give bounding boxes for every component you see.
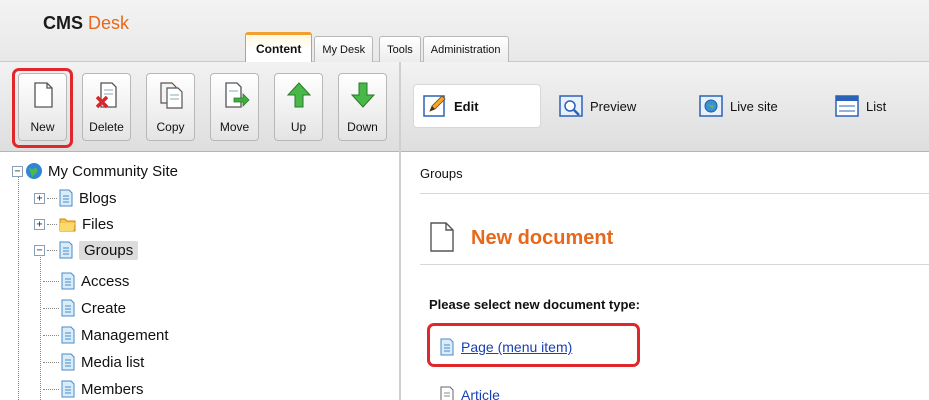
tree-node-label: Create [81, 299, 127, 317]
content-pane: Groups New document Please select new do… [401, 153, 929, 400]
tree-connector [43, 280, 59, 282]
tab-my-desk[interactable]: My Desk [314, 36, 374, 62]
delete-document-icon [95, 82, 117, 109]
brand-suffix: Desk [88, 13, 130, 33]
tab-tools[interactable]: Tools [379, 36, 421, 62]
header: CMS Desk Content My Desk Tools Administr… [0, 0, 929, 62]
live-site-label: Live site [730, 98, 778, 114]
delete-button-label: Delete [89, 120, 124, 134]
up-button[interactable]: Up [274, 73, 323, 141]
up-button-label: Up [290, 120, 307, 134]
down-button-label: Down [347, 120, 378, 134]
page-icon [61, 299, 75, 317]
article-icon [440, 386, 454, 400]
page-icon [61, 326, 75, 344]
globe-icon [26, 163, 42, 179]
page-icon [61, 380, 75, 398]
tree-node-label: Access [81, 272, 130, 290]
move-document-icon [224, 82, 250, 108]
tree-connector [43, 361, 59, 363]
down-button[interactable]: Down [338, 73, 387, 141]
copy-button-label: Copy [156, 120, 185, 134]
edit-label: Edit [454, 98, 479, 114]
toolbar: New Delete Copy Move Up Down Edit Previe… [0, 62, 929, 152]
preview-icon [559, 95, 583, 117]
edit-view-button[interactable]: Edit [413, 84, 541, 128]
folder-icon [59, 218, 76, 232]
new-document-icon [430, 222, 454, 252]
tree-node-label: Files [82, 215, 114, 233]
tree-line [18, 173, 19, 400]
collapse-icon[interactable]: − [34, 244, 45, 256]
main-tabs: Content My Desk Tools Administration [245, 32, 511, 62]
tree-node-management[interactable]: Management [43, 323, 169, 347]
copy-button[interactable]: Copy [146, 73, 195, 141]
delete-button[interactable]: Delete [82, 73, 131, 141]
arrow-up-icon [286, 82, 311, 108]
document-actions: New Delete Copy Move Up Down [0, 62, 400, 152]
tree-node-members[interactable]: Members [43, 377, 144, 400]
list-view-button[interactable]: List [834, 84, 886, 128]
content-tree: − My Community Site + Blogs + Files − Gr… [0, 153, 399, 400]
tree-node-label: Groups [79, 240, 139, 260]
collapse-icon[interactable]: − [12, 165, 23, 177]
tree-node-label: Management [81, 326, 169, 344]
tree-node-media-list[interactable]: Media list [43, 350, 144, 374]
tree-connector [47, 223, 57, 225]
tree-node-create[interactable]: Create [43, 296, 126, 320]
move-button-label: Move [219, 120, 250, 134]
live-site-icon [699, 95, 723, 117]
brand-logo: CMS Desk [43, 13, 129, 34]
tree-node-label: My Community Site [48, 162, 179, 180]
copy-document-icon [159, 82, 183, 109]
new-button-highlight [12, 68, 73, 148]
tree-connector [47, 197, 57, 199]
tree-node-groups[interactable]: − Groups [34, 238, 139, 262]
list-label: List [866, 98, 887, 114]
live-site-view-button[interactable]: Live site [698, 84, 778, 128]
tree-connector [47, 249, 57, 251]
tree-node-root[interactable]: − My Community Site [12, 159, 178, 183]
expand-icon[interactable]: + [34, 192, 45, 204]
tab-administration[interactable]: Administration [422, 36, 509, 62]
page-title: New document [471, 227, 614, 249]
preview-label: Preview [590, 98, 637, 114]
tab-content[interactable]: Content [245, 32, 313, 62]
page-icon [59, 189, 73, 207]
divider [420, 264, 929, 265]
move-button[interactable]: Move [210, 73, 259, 141]
brand-name: CMS [43, 13, 83, 33]
page-icon [59, 241, 73, 259]
doctype-link-article[interactable]: Article [440, 386, 500, 400]
document-type-prompt: Please select new document type: [429, 297, 640, 312]
tree-node-label: Blogs [79, 189, 117, 207]
page-icon [61, 353, 75, 371]
expand-icon[interactable]: + [34, 218, 45, 230]
edit-icon [423, 95, 446, 117]
doctype-link-label: Article [461, 387, 500, 400]
list-icon [835, 95, 859, 117]
tree-node-access[interactable]: Access [43, 269, 129, 293]
page-icon [61, 272, 75, 290]
tree-node-blogs[interactable]: + Blogs [34, 186, 117, 210]
divider [420, 193, 929, 194]
page-link-highlight [427, 323, 640, 367]
tree-line [40, 253, 41, 400]
breadcrumb: Groups [420, 166, 463, 181]
tree-node-label: Media list [81, 353, 145, 371]
tree-node-label: Members [81, 380, 144, 398]
tree-connector [43, 307, 59, 309]
tree-node-files[interactable]: + Files [34, 212, 114, 236]
tree-connector [43, 388, 59, 390]
arrow-down-icon [350, 82, 375, 108]
preview-view-button[interactable]: Preview [558, 84, 636, 128]
tree-connector [43, 334, 59, 336]
